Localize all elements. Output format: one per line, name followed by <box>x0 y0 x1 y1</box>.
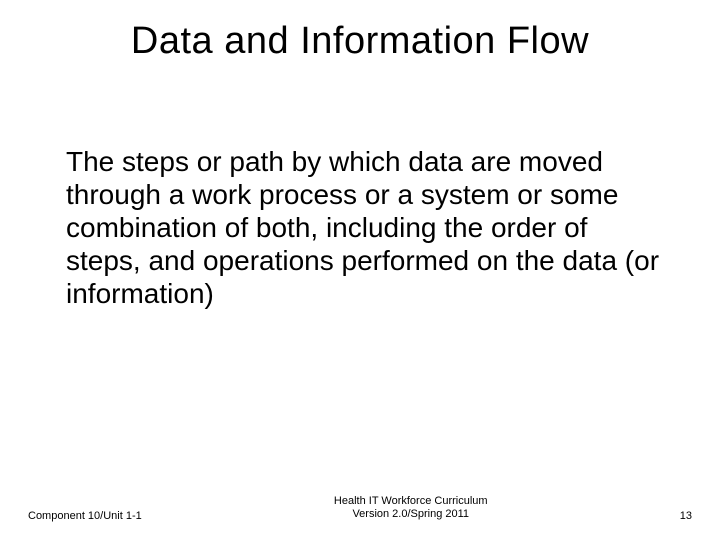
footer-center-line1: Health IT Workforce Curriculum <box>334 495 488 509</box>
footer-page-number: 13 <box>680 510 692 522</box>
slide: Data and Information Flow The steps or p… <box>0 0 720 540</box>
slide-title: Data and Information Flow <box>0 20 720 63</box>
slide-body-text: The steps or path by which data are move… <box>66 145 660 310</box>
footer-center: Health IT Workforce Curriculum Version 2… <box>334 495 488 523</box>
footer-center-line2: Version 2.0/Spring 2011 <box>334 508 488 522</box>
slide-footer: Component 10/Unit 1-1 Health IT Workforc… <box>28 495 692 523</box>
footer-left: Component 10/Unit 1-1 <box>28 510 142 522</box>
